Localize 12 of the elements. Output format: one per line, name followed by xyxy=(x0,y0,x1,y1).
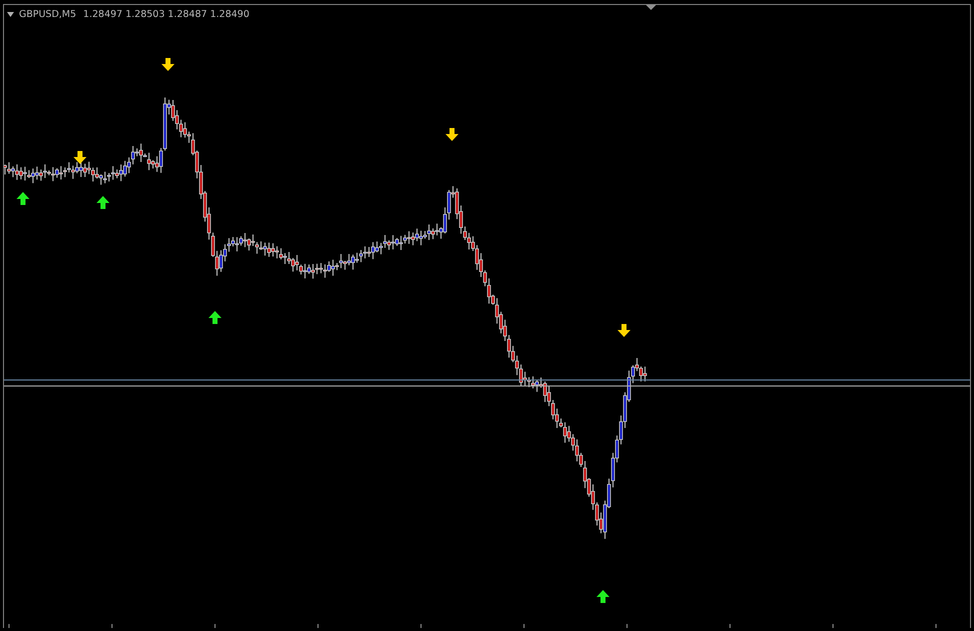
dropdown-icon[interactable] xyxy=(7,12,14,17)
up-arrow-icon xyxy=(596,590,610,603)
quote-text: 1.28497 1.28503 1.28487 1.28490 xyxy=(83,9,250,20)
up-arrow-icon xyxy=(16,192,30,205)
up-arrow-icon xyxy=(208,311,222,324)
shift-marker-icon xyxy=(646,5,656,10)
symbol-label: GBPUSD,M5 xyxy=(19,9,76,20)
up-arrow-icon xyxy=(96,196,110,209)
down-arrow-icon xyxy=(74,151,86,164)
down-arrow-icon xyxy=(162,58,174,71)
down-arrow-icon xyxy=(446,128,458,141)
down-arrow-icon xyxy=(618,324,630,337)
